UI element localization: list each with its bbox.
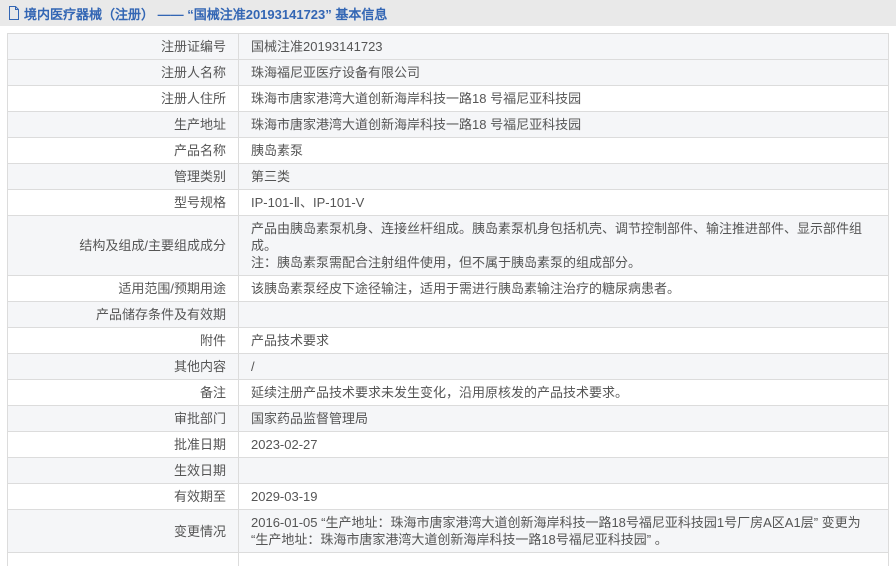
row-label: 生效日期 (8, 458, 239, 484)
row-label: 结构及组成/主要组成成分 (8, 216, 239, 276)
registration-info-table: 注册证编号 国械注准20193141723 注册人名称 珠海福尼亚医疗设备有限公… (7, 33, 889, 566)
row-value: 详情 (239, 553, 889, 566)
row-label: 变更情况 (8, 510, 239, 553)
row-value: IP-101-Ⅱ、IP-101-V (239, 190, 889, 216)
table-row: 备注 延续注册产品技术要求未发生变化，沿用原核发的产品技术要求。 (8, 380, 889, 406)
row-label: 适用范围/预期用途 (8, 276, 239, 302)
row-value (239, 458, 889, 484)
row-label: 注册人住所 (8, 86, 239, 112)
row-value: 延续注册产品技术要求未发生变化，沿用原核发的产品技术要求。 (239, 380, 889, 406)
table-row: 注 详情 (8, 553, 889, 566)
row-value: 2016-01-05 “生产地址：珠海市唐家港湾大道创新海岸科技一路18号福尼亚… (239, 510, 889, 553)
table-row: 注册证编号 国械注准20193141723 (8, 34, 889, 60)
table-row: 适用范围/预期用途 该胰岛素泵经皮下途径输注，适用于需进行胰岛素输注治疗的糖尿病… (8, 276, 889, 302)
row-label: 管理类别 (8, 164, 239, 190)
page-header: 境内医疗器械（注册） —— “国械注准20193141723” 基本信息 (0, 0, 896, 26)
table-row: 审批部门 国家药品监督管理局 (8, 406, 889, 432)
document-icon (8, 6, 20, 20)
row-value: 2023-02-27 (239, 432, 889, 458)
row-value: 该胰岛素泵经皮下途径输注，适用于需进行胰岛素输注治疗的糖尿病患者。 (239, 276, 889, 302)
row-label: 批准日期 (8, 432, 239, 458)
row-value: 2029-03-19 (239, 484, 889, 510)
row-label: 产品储存条件及有效期 (8, 302, 239, 328)
table-row: 管理类别 第三类 (8, 164, 889, 190)
row-label: 产品名称 (8, 138, 239, 164)
table-row: 产品储存条件及有效期 (8, 302, 889, 328)
row-label: 附件 (8, 328, 239, 354)
table-row: 产品名称 胰岛素泵 (8, 138, 889, 164)
row-value: 第三类 (239, 164, 889, 190)
row-value (239, 302, 889, 328)
row-value: / (239, 354, 889, 380)
row-label: 注册证编号 (8, 34, 239, 60)
row-label: 审批部门 (8, 406, 239, 432)
row-value: 珠海市唐家港湾大道创新海岸科技一路18 号福尼亚科技园 (239, 112, 889, 138)
row-label: 备注 (8, 380, 239, 406)
table-row: 型号规格 IP-101-Ⅱ、IP-101-V (8, 190, 889, 216)
table-row: 有效期至 2029-03-19 (8, 484, 889, 510)
table-row: 注册人住所 珠海市唐家港湾大道创新海岸科技一路18 号福尼亚科技园 (8, 86, 889, 112)
table-row: 注册人名称 珠海福尼亚医疗设备有限公司 (8, 60, 889, 86)
page-title: 境内医疗器械（注册） —— “国械注准20193141723” 基本信息 (24, 4, 387, 23)
table-row: 附件 产品技术要求 (8, 328, 889, 354)
row-label: 生产地址 (8, 112, 239, 138)
table-row: 批准日期 2023-02-27 (8, 432, 889, 458)
row-label: 型号规格 (8, 190, 239, 216)
row-value: 产品技术要求 (239, 328, 889, 354)
table-row: 其他内容 / (8, 354, 889, 380)
row-label: 注册人名称 (8, 60, 239, 86)
table-row: 结构及组成/主要组成成分 产品由胰岛素泵机身、连接丝杆组成。胰岛素泵机身包括机壳… (8, 216, 889, 276)
table-row: 生效日期 (8, 458, 889, 484)
row-label: 有效期至 (8, 484, 239, 510)
row-value: 珠海福尼亚医疗设备有限公司 (239, 60, 889, 86)
row-value: 胰岛素泵 (239, 138, 889, 164)
table-row: 生产地址 珠海市唐家港湾大道创新海岸科技一路18 号福尼亚科技园 (8, 112, 889, 138)
row-value: 国家药品监督管理局 (239, 406, 889, 432)
row-value: 国械注准20193141723 (239, 34, 889, 60)
table-row: 变更情况 2016-01-05 “生产地址：珠海市唐家港湾大道创新海岸科技一路1… (8, 510, 889, 553)
row-label: 注 (8, 553, 239, 566)
row-label: 其他内容 (8, 354, 239, 380)
row-value: 珠海市唐家港湾大道创新海岸科技一路18 号福尼亚科技园 (239, 86, 889, 112)
row-value: 产品由胰岛素泵机身、连接丝杆组成。胰岛素泵机身包括机壳、调节控制部件、输注推进部… (239, 216, 889, 276)
